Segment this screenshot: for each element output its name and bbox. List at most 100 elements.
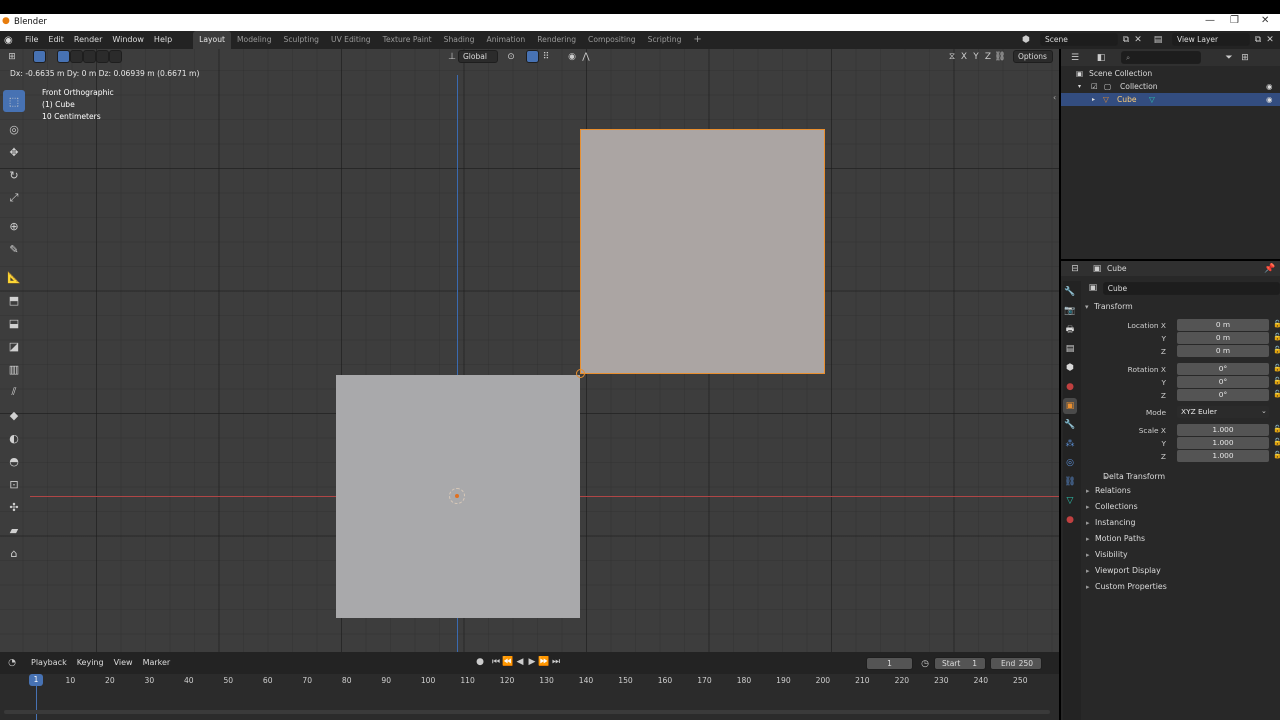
rotation-y-field[interactable]: 0° bbox=[1177, 376, 1269, 388]
tree-item-collection[interactable]: ▾ ☑ ▢ Collection ◉ bbox=[1061, 80, 1280, 93]
new-scene-icon[interactable]: ⧉ bbox=[1120, 34, 1132, 46]
current-frame-field[interactable]: 1 bbox=[866, 657, 913, 670]
delta-transform-subpanel[interactable]: Delta Transform bbox=[1081, 471, 1280, 483]
measure-icon[interactable]: 📐 bbox=[3, 266, 25, 288]
outliner-search-input[interactable]: ⌕ bbox=[1121, 51, 1201, 64]
pin-icon[interactable]: 📌 bbox=[1264, 263, 1276, 275]
checkbox-icon[interactable]: ☑ bbox=[1091, 80, 1098, 93]
edge-slide-icon[interactable]: ⊡ bbox=[3, 473, 25, 495]
extrude-icon[interactable]: ⬒ bbox=[3, 289, 25, 311]
scene-tab-icon[interactable]: ⬢ bbox=[1063, 360, 1077, 376]
particles-tab-icon[interactable]: ⁂ bbox=[1063, 436, 1077, 452]
close-button[interactable]: ✕ bbox=[1261, 15, 1269, 26]
rotate-icon[interactable]: ↻ bbox=[3, 164, 25, 186]
playhead-marker[interactable]: 1 bbox=[29, 674, 43, 686]
select-invert-button[interactable] bbox=[96, 50, 109, 63]
lock-icon[interactable]: 🔓 bbox=[1273, 333, 1280, 341]
scale-z-field[interactable]: 1.000 bbox=[1177, 450, 1269, 462]
next-keyframe-icon[interactable]: ⏩ bbox=[538, 656, 550, 668]
properties-editor-icon[interactable]: ⊟ bbox=[1069, 263, 1081, 275]
selected-cube-face[interactable] bbox=[580, 129, 825, 374]
orientation-dropdown[interactable]: Global bbox=[458, 50, 498, 63]
object-datablock-icon[interactable]: ▣ bbox=[1087, 282, 1099, 294]
location-y-field[interactable]: 0 m bbox=[1177, 332, 1269, 344]
clock-icon[interactable]: ◷ bbox=[919, 658, 931, 670]
end-frame-field[interactable]: End 250 bbox=[990, 657, 1042, 670]
transform-panel-header[interactable]: ▾ Transform bbox=[1081, 298, 1280, 316]
delete-scene-icon[interactable]: ✕ bbox=[1132, 34, 1144, 46]
spin-icon[interactable]: ◐ bbox=[3, 427, 25, 449]
sidebar-toggle-icon[interactable]: ‹ bbox=[1053, 93, 1056, 102]
object-tab-icon[interactable]: ▣ bbox=[1063, 398, 1077, 414]
select-mode-button[interactable] bbox=[33, 50, 46, 63]
lock-icon[interactable]: 🔓 bbox=[1273, 425, 1280, 433]
link-icon[interactable]: ⛓ bbox=[994, 51, 1006, 63]
axis-z-toggle[interactable]: Z bbox=[982, 51, 994, 63]
tab-sculpting[interactable]: Sculpting bbox=[278, 31, 325, 49]
scale-icon[interactable]: ⤢ bbox=[3, 187, 25, 209]
render-tab-icon[interactable]: 📷 bbox=[1063, 303, 1077, 319]
scene-field[interactable]: Scene bbox=[1040, 33, 1118, 46]
location-z-field[interactable]: 0 m bbox=[1177, 345, 1269, 357]
bevel-icon[interactable]: ◪ bbox=[3, 335, 25, 357]
scale-y-field[interactable]: 1.000 bbox=[1177, 437, 1269, 449]
world-tab-icon[interactable]: ● bbox=[1063, 379, 1077, 395]
falloff-icon[interactable]: ⋀ bbox=[580, 51, 592, 63]
tab-uv-editing[interactable]: UV Editing bbox=[325, 31, 377, 49]
inset-icon[interactable]: ⬓ bbox=[3, 312, 25, 334]
tab-shading[interactable]: Shading bbox=[438, 31, 481, 49]
object-name-field[interactable]: Cube bbox=[1102, 281, 1280, 295]
snap-toggle[interactable] bbox=[526, 50, 539, 63]
new-collection-icon[interactable]: ⊞ bbox=[1239, 52, 1251, 64]
collections-panel[interactable]: Collections bbox=[1063, 499, 1280, 515]
select-box-icon[interactable]: ⬚ bbox=[3, 90, 25, 112]
lock-icon[interactable]: 🔓 bbox=[1273, 451, 1280, 459]
tab-layout[interactable]: Layout bbox=[193, 31, 231, 49]
editor-type-icon[interactable]: ⊞ bbox=[6, 51, 18, 63]
scale-x-field[interactable]: 1.000 bbox=[1177, 424, 1269, 436]
custom-properties-panel[interactable]: Custom Properties bbox=[1063, 579, 1280, 595]
lock-icon[interactable]: 🔓 bbox=[1273, 364, 1280, 372]
visibility-eye-icon[interactable]: ◉ bbox=[1266, 80, 1273, 93]
menu-edit[interactable]: Edit bbox=[43, 31, 69, 49]
select-subtract-button[interactable] bbox=[83, 50, 96, 63]
blender-menu-icon[interactable]: ◉ bbox=[4, 35, 18, 46]
restore-button[interactable]: ❐ bbox=[1230, 15, 1239, 26]
tab-modeling[interactable]: Modeling bbox=[231, 31, 278, 49]
select-extend-button[interactable] bbox=[70, 50, 83, 63]
jump-start-icon[interactable]: ⏮ bbox=[490, 656, 502, 668]
lock-icon[interactable]: 🔓 bbox=[1273, 438, 1280, 446]
timeline-editor-type-icon[interactable]: ◔ bbox=[6, 657, 18, 669]
shrink-icon[interactable]: ✣ bbox=[3, 496, 25, 518]
axis-x-toggle[interactable]: X bbox=[958, 51, 970, 63]
menu-file[interactable]: File bbox=[20, 31, 43, 49]
menu-keying[interactable]: Keying bbox=[72, 655, 109, 671]
lock-icon[interactable]: 🔓 bbox=[1273, 320, 1280, 328]
cursor-icon[interactable]: ◎ bbox=[3, 118, 25, 140]
instancing-panel[interactable]: Instancing bbox=[1063, 515, 1280, 531]
tree-item-scene-collection[interactable]: ▣ Scene Collection bbox=[1061, 67, 1280, 80]
smooth-icon[interactable]: ◓ bbox=[3, 450, 25, 472]
annotate-icon[interactable]: ✎ bbox=[3, 238, 25, 260]
tab-scripting[interactable]: Scripting bbox=[642, 31, 688, 49]
outliner-editor-icon[interactable]: ☰ bbox=[1069, 52, 1081, 64]
shear-icon[interactable]: ▰ bbox=[3, 519, 25, 541]
tree-item-cube[interactable]: ▸ ▽ Cube ▽ ◉ bbox=[1061, 93, 1280, 106]
add-workspace-button[interactable]: + bbox=[687, 31, 707, 49]
motion-paths-panel[interactable]: Motion Paths bbox=[1063, 531, 1280, 547]
transform-icon[interactable]: ⊕ bbox=[3, 215, 25, 237]
minimize-button[interactable]: — bbox=[1205, 15, 1215, 26]
jump-end-icon[interactable]: ⏭ bbox=[550, 656, 562, 668]
menu-playback[interactable]: Playback bbox=[26, 655, 72, 671]
expand-arrow-icon[interactable]: ▸ bbox=[1092, 93, 1095, 106]
delete-view-layer-icon[interactable]: ✕ bbox=[1264, 34, 1276, 46]
move-icon[interactable]: ✥ bbox=[3, 141, 25, 163]
relations-panel[interactable]: Relations bbox=[1063, 483, 1280, 499]
location-x-field[interactable]: 0 m bbox=[1177, 319, 1269, 331]
new-view-layer-icon[interactable]: ⧉ bbox=[1252, 34, 1264, 46]
menu-help[interactable]: Help bbox=[149, 31, 177, 49]
proportional-edit-icon[interactable]: ◉ bbox=[566, 51, 578, 63]
select-new-button[interactable] bbox=[57, 50, 70, 63]
physics-tab-icon[interactable]: ◎ bbox=[1063, 455, 1077, 471]
tab-animation[interactable]: Animation bbox=[481, 31, 532, 49]
